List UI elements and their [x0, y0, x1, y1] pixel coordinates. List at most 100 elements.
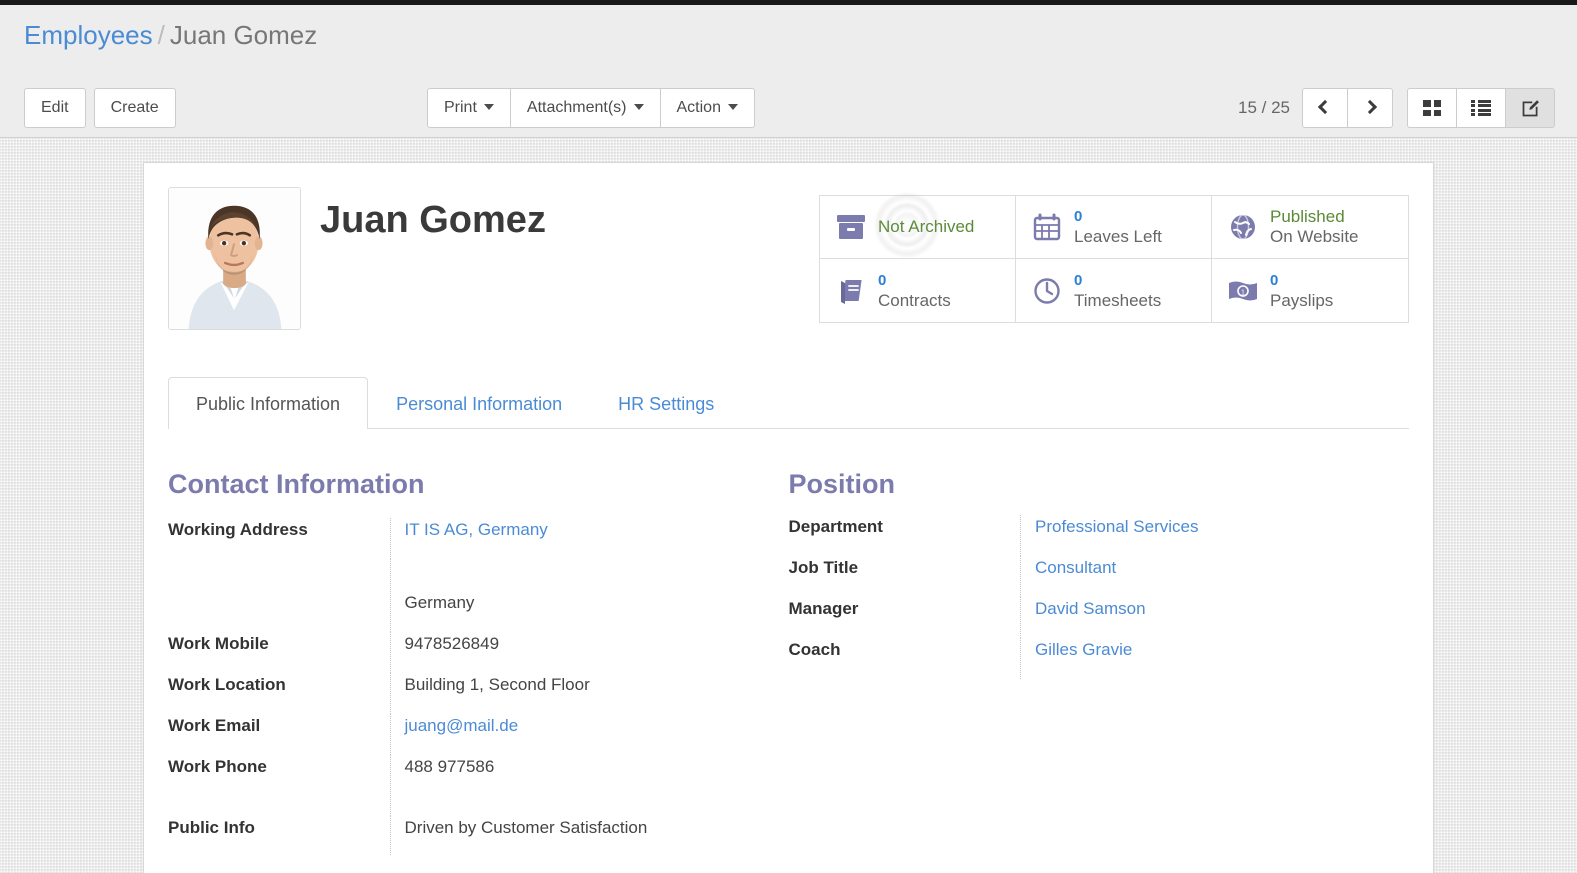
action-dropdown-button[interactable]: Action: [659, 88, 755, 128]
attachments-dropdown-button[interactable]: Attachment(s): [509, 88, 661, 128]
field-label-job-title: Job Title: [788, 558, 859, 577]
field-label-manager: Manager: [788, 599, 859, 618]
field-label-work-mobile: Work Mobile: [168, 634, 269, 653]
field-row: Work Phone 488 977586: [168, 755, 759, 816]
group-contact-information: Contact Information Working Address IT I…: [168, 467, 789, 855]
field-label-work-email: Work Email: [168, 716, 261, 735]
chevron-left-icon: [1317, 99, 1333, 115]
field-value-coach: Gilles Gravie: [1020, 638, 1379, 679]
stat-button-archive[interactable]: Not Archived: [820, 192, 1016, 259]
record-title-wrap: Juan Gomez: [301, 187, 819, 243]
field-label-department: Department: [788, 517, 883, 536]
record-action-buttons: Edit Create: [24, 88, 176, 128]
form-view-button[interactable]: [1505, 88, 1555, 128]
field-label-coach: Coach: [788, 640, 841, 659]
field-value-manager: David Samson: [1020, 597, 1379, 638]
field-label-address-country: [168, 559, 390, 632]
chevron-down-icon: [633, 104, 644, 110]
chevron-down-icon: [727, 104, 738, 110]
field-value-work-phone: 488 977586: [389, 755, 759, 816]
chevron-down-icon: [483, 104, 494, 110]
content-area: Juan Gomez Not Archived 0 Leaves Left Pu…: [0, 138, 1577, 873]
list-view-icon: [1471, 100, 1491, 116]
stat-value-timesheets: 0: [1074, 271, 1083, 289]
control-panel: Employees / Juan Gomez Edit Create Print A…: [0, 5, 1577, 138]
edit-button[interactable]: Edit: [24, 88, 86, 128]
pager-counter: 15 / 25: [1238, 98, 1290, 117]
form-groups: Contact Information Working Address IT I…: [168, 429, 1409, 855]
chevron-right-icon: [1362, 99, 1378, 115]
breadcrumb-separator: /: [157, 20, 165, 50]
attachments-label: Attachment(s): [526, 99, 627, 116]
field-row: Germany: [168, 559, 759, 632]
kanban-view-button[interactable]: [1407, 88, 1457, 128]
stat-label-contracts: Contracts: [878, 290, 951, 310]
next-record-button[interactable]: [1347, 88, 1393, 128]
stat-label-leaves: Leaves Left: [1074, 227, 1162, 246]
work-email-link[interactable]: juang@mail.de: [405, 716, 519, 735]
field-label-public-info: Public Info: [168, 818, 255, 837]
stat-text-contracts: 0 Contracts: [878, 271, 951, 311]
contact-fields: Working Address IT IS AG, Germany German…: [168, 518, 759, 855]
breadcrumb-current-record: Juan Gomez: [169, 20, 318, 50]
job-title-link[interactable]: Consultant: [1035, 558, 1116, 577]
field-row: Work Mobile 9478526849: [168, 632, 759, 673]
field-value-work-email: juang@mail.de: [389, 714, 759, 755]
field-value-address-country: Germany: [389, 559, 759, 632]
pager-navigation: [1302, 88, 1393, 128]
calendar-icon: [1030, 213, 1064, 241]
page-title: Juan Gomez: [320, 199, 546, 241]
field-row: Public Info Driven by Customer Satisfact…: [168, 816, 759, 855]
action-label: Action: [676, 99, 721, 116]
group-title-contact: Contact Information: [168, 469, 425, 499]
view-switcher: [1407, 88, 1555, 128]
field-row: Department Professional Services: [788, 515, 1379, 556]
previous-record-button[interactable]: [1302, 88, 1348, 128]
stat-text-timesheets: 0 Timesheets: [1074, 271, 1161, 311]
form-edit-icon: [1522, 99, 1539, 116]
stat-value-contracts: 0: [878, 271, 887, 289]
pager-and-view-switcher: 15 / 25: [1238, 88, 1555, 128]
stat-button-website[interactable]: Published On Website: [1212, 196, 1408, 259]
record-dropdown-group: Print Attachment(s) Action: [427, 88, 755, 128]
svg-text:1: 1: [1241, 289, 1245, 296]
working-address-link[interactable]: IT IS AG, Germany: [405, 520, 548, 539]
tab-hr-settings[interactable]: HR Settings: [590, 377, 742, 429]
stat-button-leaves[interactable]: 0 Leaves Left: [1016, 196, 1212, 259]
breadcrumb: Employees / Juan Gomez: [0, 5, 1577, 51]
stat-button-contracts[interactable]: 0 Contracts: [820, 259, 1016, 322]
field-label-work-location: Work Location: [168, 675, 286, 694]
stat-value-payslips: 0: [1270, 271, 1279, 289]
coach-link[interactable]: Gilles Gravie: [1035, 640, 1132, 659]
field-value-work-location: Building 1, Second Floor: [389, 673, 759, 714]
stat-label-website: On Website: [1270, 227, 1359, 246]
stat-button-timesheets[interactable]: 0 Timesheets: [1016, 259, 1212, 322]
field-row: Job Title Consultant: [788, 556, 1379, 597]
book-icon: [834, 277, 868, 305]
archive-box-icon: [834, 214, 868, 240]
create-button[interactable]: Create: [93, 88, 176, 128]
stat-button-payslips[interactable]: 1 0 Payslips: [1212, 259, 1408, 322]
avatar[interactable]: [168, 187, 301, 330]
sheet-header: Juan Gomez Not Archived 0 Leaves Left Pu…: [168, 187, 1409, 330]
tab-public-information[interactable]: Public Information: [168, 377, 369, 429]
stat-text-payslips: 0 Payslips: [1270, 271, 1333, 311]
stat-value-website: Published: [1270, 207, 1345, 226]
employee-photo: [169, 188, 300, 329]
field-value-working-address: IT IS AG, Germany: [389, 518, 759, 559]
list-view-button[interactable]: [1456, 88, 1506, 128]
field-row: Manager David Samson: [788, 597, 1379, 638]
breadcrumb-root-employees[interactable]: Employees: [24, 20, 153, 50]
department-link[interactable]: Professional Services: [1035, 517, 1198, 536]
field-value-department: Professional Services: [1020, 515, 1379, 556]
field-value-job-title: Consultant: [1020, 556, 1379, 597]
manager-link[interactable]: David Samson: [1035, 599, 1146, 618]
print-dropdown-button[interactable]: Print: [427, 88, 511, 128]
stat-label-payslips: Payslips: [1270, 290, 1334, 310]
group-position: Position Department Professional Service…: [789, 467, 1410, 855]
stat-value-leaves: 0: [1074, 208, 1083, 225]
stat-label-archive: Not Archived: [878, 217, 975, 236]
globe-icon: [1226, 213, 1260, 241]
tab-personal-information[interactable]: Personal Information: [368, 377, 590, 429]
stat-text-leaves: 0 Leaves Left: [1074, 207, 1162, 247]
